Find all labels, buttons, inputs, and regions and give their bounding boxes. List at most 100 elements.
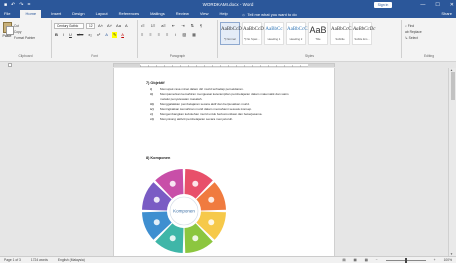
web-layout-icon[interactable]: ▩: [365, 257, 368, 263]
wheel-segment-icon: [153, 219, 160, 226]
wheel-segment-icon: [169, 180, 176, 187]
close-icon[interactable]: ✕: [450, 1, 454, 9]
grow-font-button[interactable]: A˄: [97, 23, 104, 29]
styles-group: AaBbCcDc ¶ Normal AaBbCcDc ¶ No Spac... …: [218, 20, 402, 58]
shading-button[interactable]: ▧: [181, 32, 187, 38]
decrease-indent-button[interactable]: ⇤: [171, 23, 176, 29]
tab-mailings[interactable]: Mailings: [149, 10, 166, 18]
paragraph-group: •≡ 1≡ a≡ ⇤ ⇥ ⇅ ¶ ≡ ≡ ≡ ≡ ↕ ▧ ▦ Paragraph: [138, 20, 218, 58]
font-color-button[interactable]: A: [120, 32, 125, 38]
style-normal[interactable]: AaBbCcDc ¶ Normal: [220, 22, 244, 45]
font-size-select[interactable]: 12: [86, 23, 95, 29]
list-item: vi) Menyokong aktiviti pembelajaran seca…: [150, 117, 234, 121]
numbering-button[interactable]: 1≡: [150, 23, 157, 29]
editing-group: ⌕ Find ab Replace ↳ Select Editing: [402, 20, 456, 58]
language-indicator[interactable]: English (Malaysia): [58, 257, 85, 263]
font-family-select[interactable]: Century Gothic: [54, 23, 84, 29]
align-right-button[interactable]: ≡: [157, 32, 161, 38]
style-subtitle[interactable]: AaBbCcC Subtitle: [330, 22, 352, 45]
tab-insert[interactable]: Insert: [50, 10, 62, 18]
align-center-button[interactable]: ≡: [148, 32, 152, 38]
zoom-in-button[interactable]: +: [434, 257, 436, 263]
read-mode-icon[interactable]: ▤: [342, 257, 345, 263]
ribbon-tabs: File Home Insert Design Layout Reference…: [0, 10, 456, 18]
section-heading-komponen: 8) Komponen: [146, 156, 171, 160]
left-margin-marker[interactable]: [114, 64, 140, 67]
right-margin-marker[interactable]: [308, 64, 334, 67]
word-count[interactable]: 1724 words: [31, 257, 48, 263]
komponen-wheel-diagram[interactable]: Komponen: [137, 165, 231, 257]
highlight-button[interactable]: ✎: [111, 32, 118, 38]
styles-gallery: AaBbCcDc ¶ Normal AaBbCcDc ¶ No Spac... …: [220, 22, 376, 45]
zoom-out-button[interactable]: −: [376, 257, 378, 263]
lightbulb-icon: ☼: [241, 11, 246, 17]
minimize-icon[interactable]: —: [420, 1, 425, 9]
paste-button[interactable]: Paste: [2, 22, 14, 38]
scroll-thumb[interactable]: [451, 72, 455, 100]
title-bar: ■ ↶ ↷ = WORDKAMI.docx - Word Sign in — ☐…: [0, 0, 456, 10]
select-button[interactable]: ↳ Select: [405, 35, 422, 41]
tab-selector[interactable]: [8, 63, 12, 67]
style-no-spacing[interactable]: AaBbCcDc ¶ No Spac...: [242, 22, 266, 45]
tab-references[interactable]: References: [118, 10, 140, 18]
wheel-segment-icon: [192, 180, 199, 187]
style-heading-1[interactable]: AaBbCc Heading 1: [264, 22, 284, 45]
wheel-segment-icon: [208, 196, 215, 203]
tell-me-text: Tell me what you want to do: [247, 11, 297, 17]
subscript-button[interactable]: x₂: [87, 32, 93, 38]
format-painter-button[interactable]: Format Painter: [14, 35, 35, 41]
superscript-button[interactable]: x²: [96, 32, 101, 38]
sort-button[interactable]: ⇅: [190, 23, 195, 29]
page-count[interactable]: Page 1 of 3: [4, 257, 21, 263]
tab-view[interactable]: View: [199, 10, 210, 18]
style-title[interactable]: AaB Title: [308, 22, 328, 45]
tab-review[interactable]: Review: [175, 10, 190, 18]
strikethrough-button[interactable]: abc: [76, 32, 84, 38]
bullets-button[interactable]: •≡: [140, 23, 146, 29]
share-button[interactable]: Share: [441, 10, 452, 18]
objectives-list: i) Memupuk rasa minat dalam diri murid t…: [150, 87, 290, 122]
bold-button[interactable]: B: [54, 32, 59, 38]
window-controls: — ☐ ✕: [420, 1, 454, 9]
wheel-center-label: Komponen: [173, 209, 195, 214]
ruler-bar[interactable]: [113, 63, 335, 67]
wheel-segment-icon: [192, 235, 199, 242]
italic-button[interactable]: I: [62, 32, 65, 38]
tell-me-box[interactable]: ☼ Tell me what you want to do: [242, 12, 297, 17]
maximize-icon[interactable]: ☐: [435, 1, 439, 9]
tab-help[interactable]: Help: [218, 10, 228, 18]
zoom-slider[interactable]: [385, 257, 426, 263]
ribbon: Paste Cut Copy Format Painter Clipboard …: [0, 18, 456, 62]
wheel-segment-icon: [208, 219, 215, 226]
shrink-font-button[interactable]: A˅: [106, 23, 113, 29]
change-case-button[interactable]: Aa: [115, 23, 122, 29]
vertical-scrollbar[interactable]: ▲ ▼: [448, 68, 456, 256]
justify-button[interactable]: ≡: [165, 32, 169, 38]
increase-indent-button[interactable]: ⇥: [180, 23, 185, 29]
style-heading-2[interactable]: AaBbCcC Heading 2: [286, 22, 308, 45]
align-left-button[interactable]: ≡: [140, 32, 144, 38]
tab-file[interactable]: File: [3, 10, 11, 18]
style-subtle-emphasis[interactable]: AaBbCcDc Subtle Em...: [352, 22, 376, 45]
multilevel-list-button[interactable]: a≡: [160, 23, 167, 29]
list-item: ii) Mempamerkan kemahiran menguasai kete…: [150, 92, 289, 101]
print-layout-icon[interactable]: ▦: [353, 257, 356, 263]
tab-home[interactable]: Home: [20, 10, 42, 18]
paragraph-group-label: Paragraph: [169, 54, 186, 58]
wheel-segment-icon: [153, 196, 160, 203]
clear-formatting-button[interactable]: A: [124, 23, 129, 29]
tab-design[interactable]: Design: [71, 10, 85, 18]
line-spacing-button[interactable]: ↕: [173, 32, 177, 38]
clipboard-icon: [2, 22, 14, 35]
show-marks-button[interactable]: ¶: [199, 23, 203, 29]
borders-button[interactable]: ▦: [191, 32, 197, 38]
zoom-level[interactable]: 100%: [444, 257, 452, 263]
status-bar: Page 1 of 3 1724 words English (Malaysia…: [0, 256, 456, 263]
styles-group-label: Styles: [305, 54, 314, 58]
text-effects-button[interactable]: A: [104, 32, 109, 38]
sign-in-button[interactable]: Sign in: [374, 2, 392, 8]
wheel-segment-icon: [169, 235, 176, 242]
font-group-label: Font: [91, 54, 98, 58]
underline-button[interactable]: U: [68, 32, 73, 38]
tab-layout[interactable]: Layout: [95, 10, 109, 18]
